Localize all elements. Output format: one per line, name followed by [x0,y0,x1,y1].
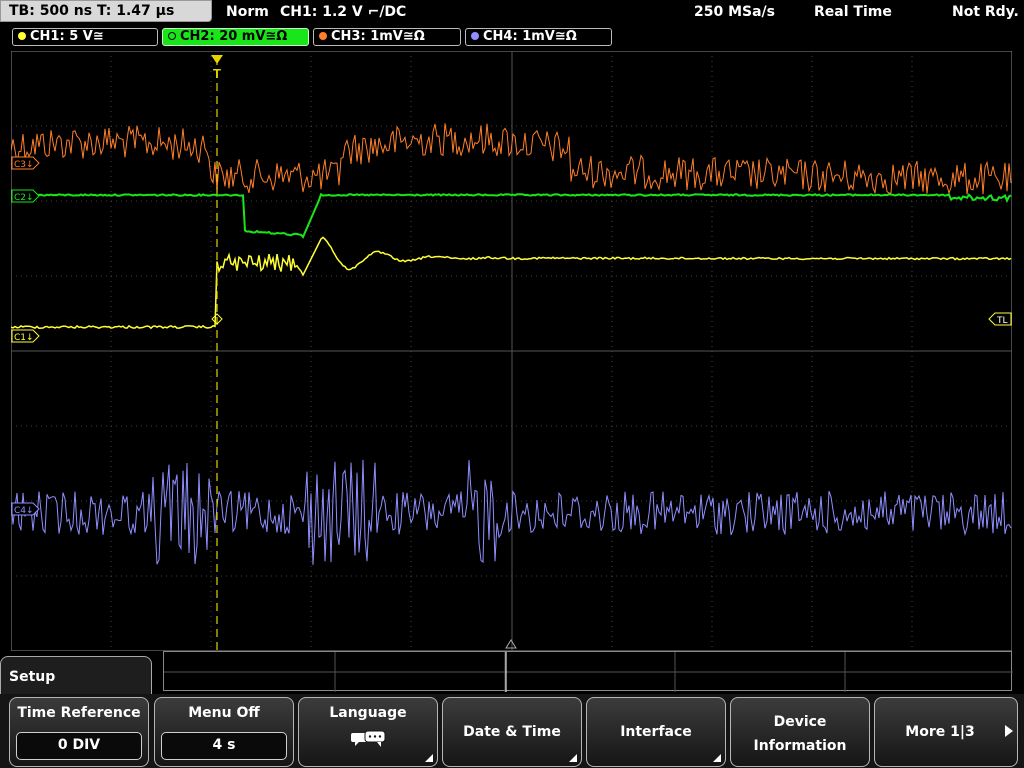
ch2-offset-label: C2↓ [14,193,34,203]
menu-off-label: Menu Off [188,705,260,721]
device-information-label-line1: Device [773,714,827,730]
trigger-info[interactable]: CH1: 1.2 V ⌐/DC [280,0,406,24]
time-reference-label: Time Reference [17,705,141,721]
submenu-indicator-icon [425,754,433,762]
ch4-offset-label: C4↓ [14,506,34,516]
speech-bubbles-icon [349,730,389,754]
time-reference-value[interactable]: 0 DIV [16,732,142,760]
status-bar: TB: 500 ns T: 1.47 µs Norm CH1: 1.2 V ⌐/… [0,0,1024,24]
more-label: More 1|3 [905,724,975,740]
time-reference-softkey[interactable]: Time Reference 0 DIV [9,697,149,767]
ch3-color-dot [319,32,327,40]
ch2-label: CH2: 20 mV≅Ω [180,29,288,44]
device-information-label-line2: Information [753,738,847,754]
channel-tab-ch1[interactable]: CH1: 5 V≅ [12,28,158,46]
language-softkey[interactable]: Language [298,697,438,767]
ch4-color-dot [471,32,479,40]
menu-off-softkey[interactable]: Menu Off 4 s [154,697,294,767]
acquisition-mode: Real Time [814,4,892,20]
ch1-offset-label: C1↓ [14,333,34,343]
channel-tab-ch3[interactable]: CH3: 1mV≅Ω [313,28,461,46]
trigger-mode[interactable]: Norm [226,0,269,24]
acquisition-status: Not Rdy. [952,4,1019,20]
trigger-position-label: T [213,66,221,81]
interface-softkey[interactable]: Interface [586,697,726,767]
submenu-indicator-icon [569,754,577,762]
submenu-indicator-icon [713,754,721,762]
more-softkey[interactable]: More 1|3 [874,697,1018,767]
ch1-color-dot [18,32,26,40]
channel-tab-ch2[interactable]: CH2: 20 mV≅Ω [162,28,309,46]
next-page-icon [1005,725,1013,737]
language-label: Language [329,705,407,721]
zoom-overview-strip[interactable] [163,651,1013,692]
ch1-label: CH1: 5 V≅ [30,29,104,44]
ch4-label: CH4: 1mV≅Ω [483,29,577,44]
ch3-offset-label: C3↓ [14,160,34,170]
menu-off-value[interactable]: 4 s [161,732,287,760]
device-information-softkey[interactable]: Device Information [730,697,870,767]
ch3-label: CH3: 1mV≅Ω [331,29,425,44]
timebase-readout[interactable]: TB: 500 ns T: 1.47 µs [0,0,212,22]
trigger-level-label: TL [996,316,1008,326]
channel-tab-ch4[interactable]: CH4: 1mV≅Ω [465,28,612,46]
interface-label: Interface [620,724,692,740]
ch2-color-dot [168,32,176,40]
waveform-display[interactable]: T C3↓ C2↓ C1↓ C4↓ TL [11,51,1012,651]
sample-rate: 250 MSa/s [694,4,776,20]
date-time-softkey[interactable]: Date & Time [442,697,582,767]
date-time-label: Date & Time [463,724,561,740]
menu-title: Setup [9,669,56,685]
